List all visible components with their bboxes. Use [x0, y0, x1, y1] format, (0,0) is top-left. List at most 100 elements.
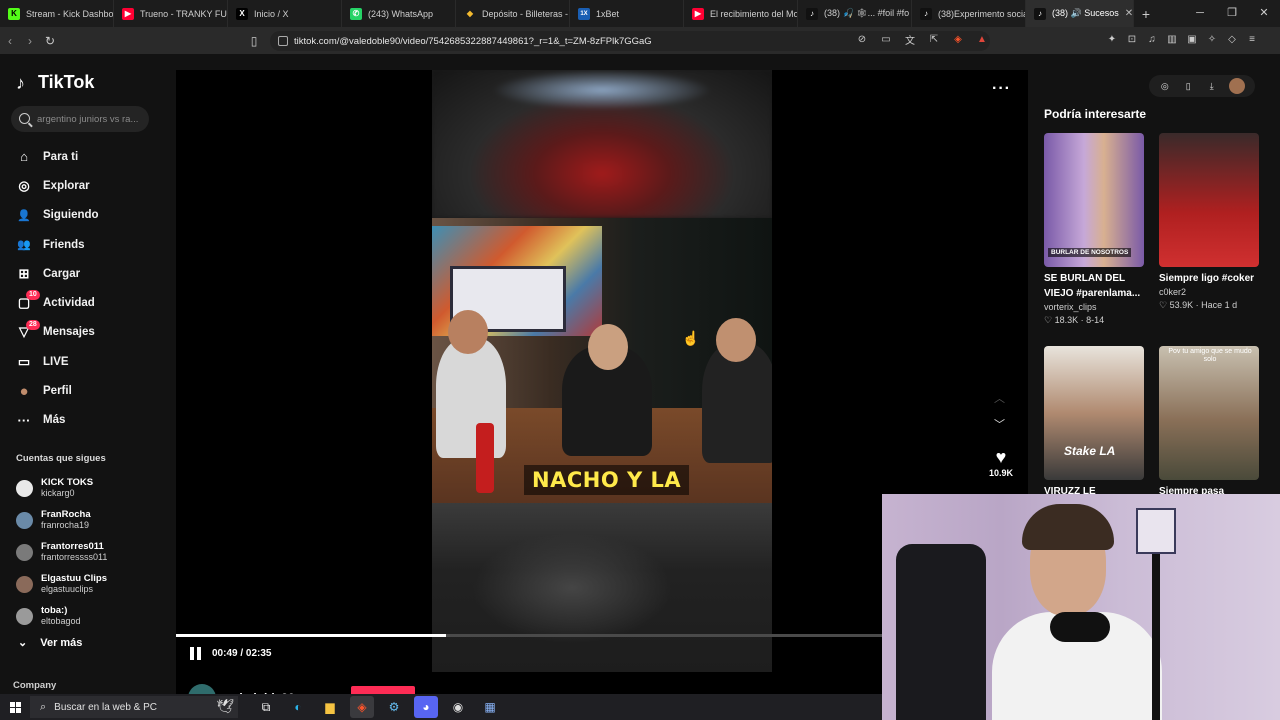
- following-account[interactable]: KICK TOKS kickarg0: [16, 472, 107, 504]
- leo-ai-icon[interactable]: ✧: [1206, 33, 1218, 45]
- tab-label: (38)Experimento social: [938, 8, 1026, 19]
- nav-item-mas[interactable]: ··· Más: [16, 406, 99, 435]
- task-view-icon[interactable]: ⧉: [254, 696, 278, 718]
- suggestion-thumbnail: Stake LA: [1044, 346, 1144, 480]
- browser-tab[interactable]: ▶ El recibimiento del Mo: [684, 0, 798, 27]
- chevron-down-icon[interactable]: ﹀: [994, 416, 1005, 432]
- edge-icon[interactable]: ◐: [286, 696, 310, 718]
- new-tab-button[interactable]: +: [1134, 6, 1158, 22]
- steam-icon[interactable]: ⚙: [382, 696, 406, 718]
- search-input[interactable]: argentino juniors vs ra...: [11, 106, 149, 132]
- see-more-button[interactable]: ⌄ Ver más: [18, 636, 82, 650]
- forward-icon[interactable]: ›: [20, 34, 40, 48]
- nav-label: Mensajes: [43, 326, 95, 339]
- following-account[interactable]: toba:) eltobagod: [16, 600, 107, 632]
- wall-sign: [1136, 508, 1176, 554]
- nav-item-mensajes[interactable]: ▽ 28 Mensajes: [16, 318, 99, 347]
- close-window-icon[interactable]: ✕: [1248, 0, 1280, 27]
- minimize-icon[interactable]: ─: [1184, 0, 1216, 27]
- microphone: [1050, 612, 1110, 642]
- browser-tab[interactable]: ✆ (243) WhatsApp: [342, 0, 456, 27]
- home-icon: ⌂: [20, 149, 28, 165]
- notification-badge: 10: [26, 290, 40, 301]
- nav-item-siguiendo[interactable]: 👤 Siguiendo: [16, 201, 98, 230]
- nav-item-cargar[interactable]: ⊞ Cargar: [16, 259, 99, 288]
- start-button[interactable]: [0, 694, 30, 720]
- suggestion-card[interactable]: Stake LA VIRUZZ LE CANCELO: [1044, 346, 1144, 514]
- browser-tab-active[interactable]: ♪ (38) 🔊 Sucesos ✕: [1026, 0, 1134, 27]
- cast-icon[interactable]: ▭: [880, 33, 892, 45]
- nav-label: Cargar: [43, 267, 81, 280]
- discord-icon[interactable]: ◕: [414, 696, 438, 718]
- extensions-icon[interactable]: ✦: [1106, 33, 1118, 45]
- video-progress-bar[interactable]: [176, 634, 886, 637]
- video-player[interactable]: NACHO Y LA: [432, 70, 772, 672]
- person-right: [702, 318, 772, 463]
- browser-tab[interactable]: K Stream - Kick Dashbo: [0, 0, 114, 27]
- following-account[interactable]: Frantorres011 frantorressss011: [16, 536, 107, 568]
- top-right-actions: ◎ ▯ ⤓: [1149, 75, 1255, 97]
- download-icon[interactable]: ⤓: [1206, 80, 1218, 92]
- thumbnail-overlay-text: BURLAR DE NOSOTROS: [1048, 248, 1132, 257]
- suggestion-card[interactable]: Siempre ligo #coker c0ker2 ♡ 53.9K · Hac…: [1159, 133, 1259, 312]
- media-icon[interactable]: ♫: [1146, 33, 1158, 45]
- browser-tab[interactable]: ◆ Depósito - Billeteras -: [456, 0, 570, 27]
- wallet-icon[interactable]: ▣: [1186, 33, 1198, 45]
- brave-shield-icon[interactable]: ◈: [952, 33, 964, 45]
- screenshot-icon[interactable]: ⊡: [1126, 33, 1138, 45]
- follow-button[interactable]: [351, 686, 415, 694]
- avatar: [16, 511, 33, 529]
- account-name: Elgastuu Clips: [41, 573, 107, 584]
- maximize-icon[interactable]: ❐: [1216, 0, 1248, 27]
- nav-item-explorar[interactable]: ◎ Explorar: [16, 171, 99, 200]
- company-link[interactable]: Company: [13, 680, 56, 691]
- suggestion-card[interactable]: Pov tu amigo que se mudo solo Siempre pa…: [1159, 346, 1259, 499]
- browser-tab[interactable]: 1X 1xBet: [570, 0, 684, 27]
- avatar: [16, 479, 33, 497]
- tiktok-logo[interactable]: ♪ TikTok: [16, 72, 94, 93]
- bookmark-icon[interactable]: ▯: [244, 34, 264, 48]
- nav-item-live[interactable]: ▭ LIVE: [16, 347, 99, 376]
- back-icon[interactable]: ‹: [0, 34, 20, 48]
- reload-icon[interactable]: ↻: [40, 34, 60, 48]
- brave-rewards-icon[interactable]: ▲: [976, 33, 988, 45]
- vpn-icon[interactable]: ◇: [1226, 33, 1238, 45]
- tab-label: Stream - Kick Dashbo: [26, 8, 114, 19]
- nav-item-para-ti[interactable]: ⌂ Para ti: [16, 142, 99, 171]
- suggestions-title: Podría interesarte: [1044, 107, 1147, 121]
- share-icon[interactable]: ⇱: [928, 33, 940, 45]
- nav-item-friends[interactable]: 👥 Friends: [16, 230, 99, 259]
- phone-icon[interactable]: ▯: [1182, 80, 1194, 92]
- like-button[interactable]: ♥ 10.9K: [986, 446, 1016, 478]
- nav-label: Más: [43, 414, 66, 427]
- menu-icon[interactable]: ≡: [1246, 33, 1258, 45]
- more-options-icon[interactable]: ···: [992, 80, 1011, 98]
- obs-icon[interactable]: ◉: [446, 696, 470, 718]
- browser-tab[interactable]: ♪ (38)Experimento social: [912, 0, 1026, 27]
- nav-item-perfil[interactable]: ● Perfil: [16, 376, 99, 405]
- following-account[interactable]: Elgastuu Clips elgastuuclips: [16, 568, 107, 600]
- no-script-icon[interactable]: ⊘: [856, 33, 868, 45]
- suggestion-card[interactable]: BURLAR DE NOSOTROS SE BURLAN DEL VIEJO #…: [1044, 133, 1144, 327]
- user-avatar[interactable]: [1229, 78, 1246, 94]
- brave-icon[interactable]: ◈: [350, 696, 374, 718]
- browser-tab[interactable]: X Inicio / X: [228, 0, 342, 27]
- calculator-icon[interactable]: ▦: [478, 696, 502, 718]
- following-account[interactable]: FranRocha franrocha19: [16, 504, 107, 536]
- url-text: tiktok.com/@valedoble90/video/7542685322…: [294, 35, 652, 47]
- browser-tab[interactable]: ♪ (38) 🎣 🕸... #foil #fo: [798, 0, 912, 27]
- taskbar-search[interactable]: ⌕ Buscar en la web & PC 🕊: [30, 696, 238, 718]
- close-tab-icon[interactable]: ✕: [1125, 8, 1133, 19]
- pause-icon[interactable]: [190, 647, 202, 660]
- logo-text: TikTok: [38, 72, 95, 92]
- coins-icon[interactable]: ◎: [1159, 80, 1171, 92]
- sidebar-toggle-icon[interactable]: ▥: [1166, 33, 1178, 45]
- upload-icon: ⊞: [18, 265, 30, 281]
- chevron-up-icon[interactable]: ︿: [994, 390, 1005, 406]
- video-blur-top: [432, 70, 772, 218]
- file-explorer-icon[interactable]: ▆: [318, 696, 342, 718]
- translate-icon[interactable]: 文: [904, 33, 916, 47]
- nav-item-actividad[interactable]: ▢ 10 Actividad: [16, 288, 99, 317]
- browser-tab[interactable]: ▶ Trueno - TRANKY FUN: [114, 0, 228, 27]
- site-info-icon[interactable]: [278, 36, 288, 46]
